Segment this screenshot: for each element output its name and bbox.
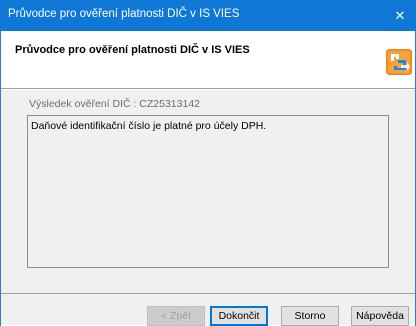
cancel-button[interactable]: Storno	[281, 306, 339, 326]
result-textbox[interactable]: Daňové identifikační číslo je platné pro…	[27, 115, 389, 268]
window-title: Průvodce pro ověření platnosti DIČ v IS …	[8, 8, 240, 20]
title-bar[interactable]: Průvodce pro ověření platnosti DIČ v IS …	[0, 0, 416, 31]
result-label: Výsledek ověření DIČ : CZ25313142	[29, 98, 201, 110]
wizard-header: Průvodce pro ověření platnosti DIČ v IS …	[1, 31, 415, 88]
wizard-logo-icon	[386, 49, 412, 75]
finish-button[interactable]: Dokončit	[210, 306, 268, 326]
result-message: Daňové identifikační číslo je platné pro…	[31, 120, 267, 132]
help-button[interactable]: Nápověda	[351, 306, 409, 326]
back-button[interactable]: < Zpět	[147, 306, 205, 326]
wizard-title: Průvodce pro ověření platnosti DIČ v IS …	[15, 44, 250, 56]
close-icon[interactable]: ✕	[384, 0, 416, 31]
